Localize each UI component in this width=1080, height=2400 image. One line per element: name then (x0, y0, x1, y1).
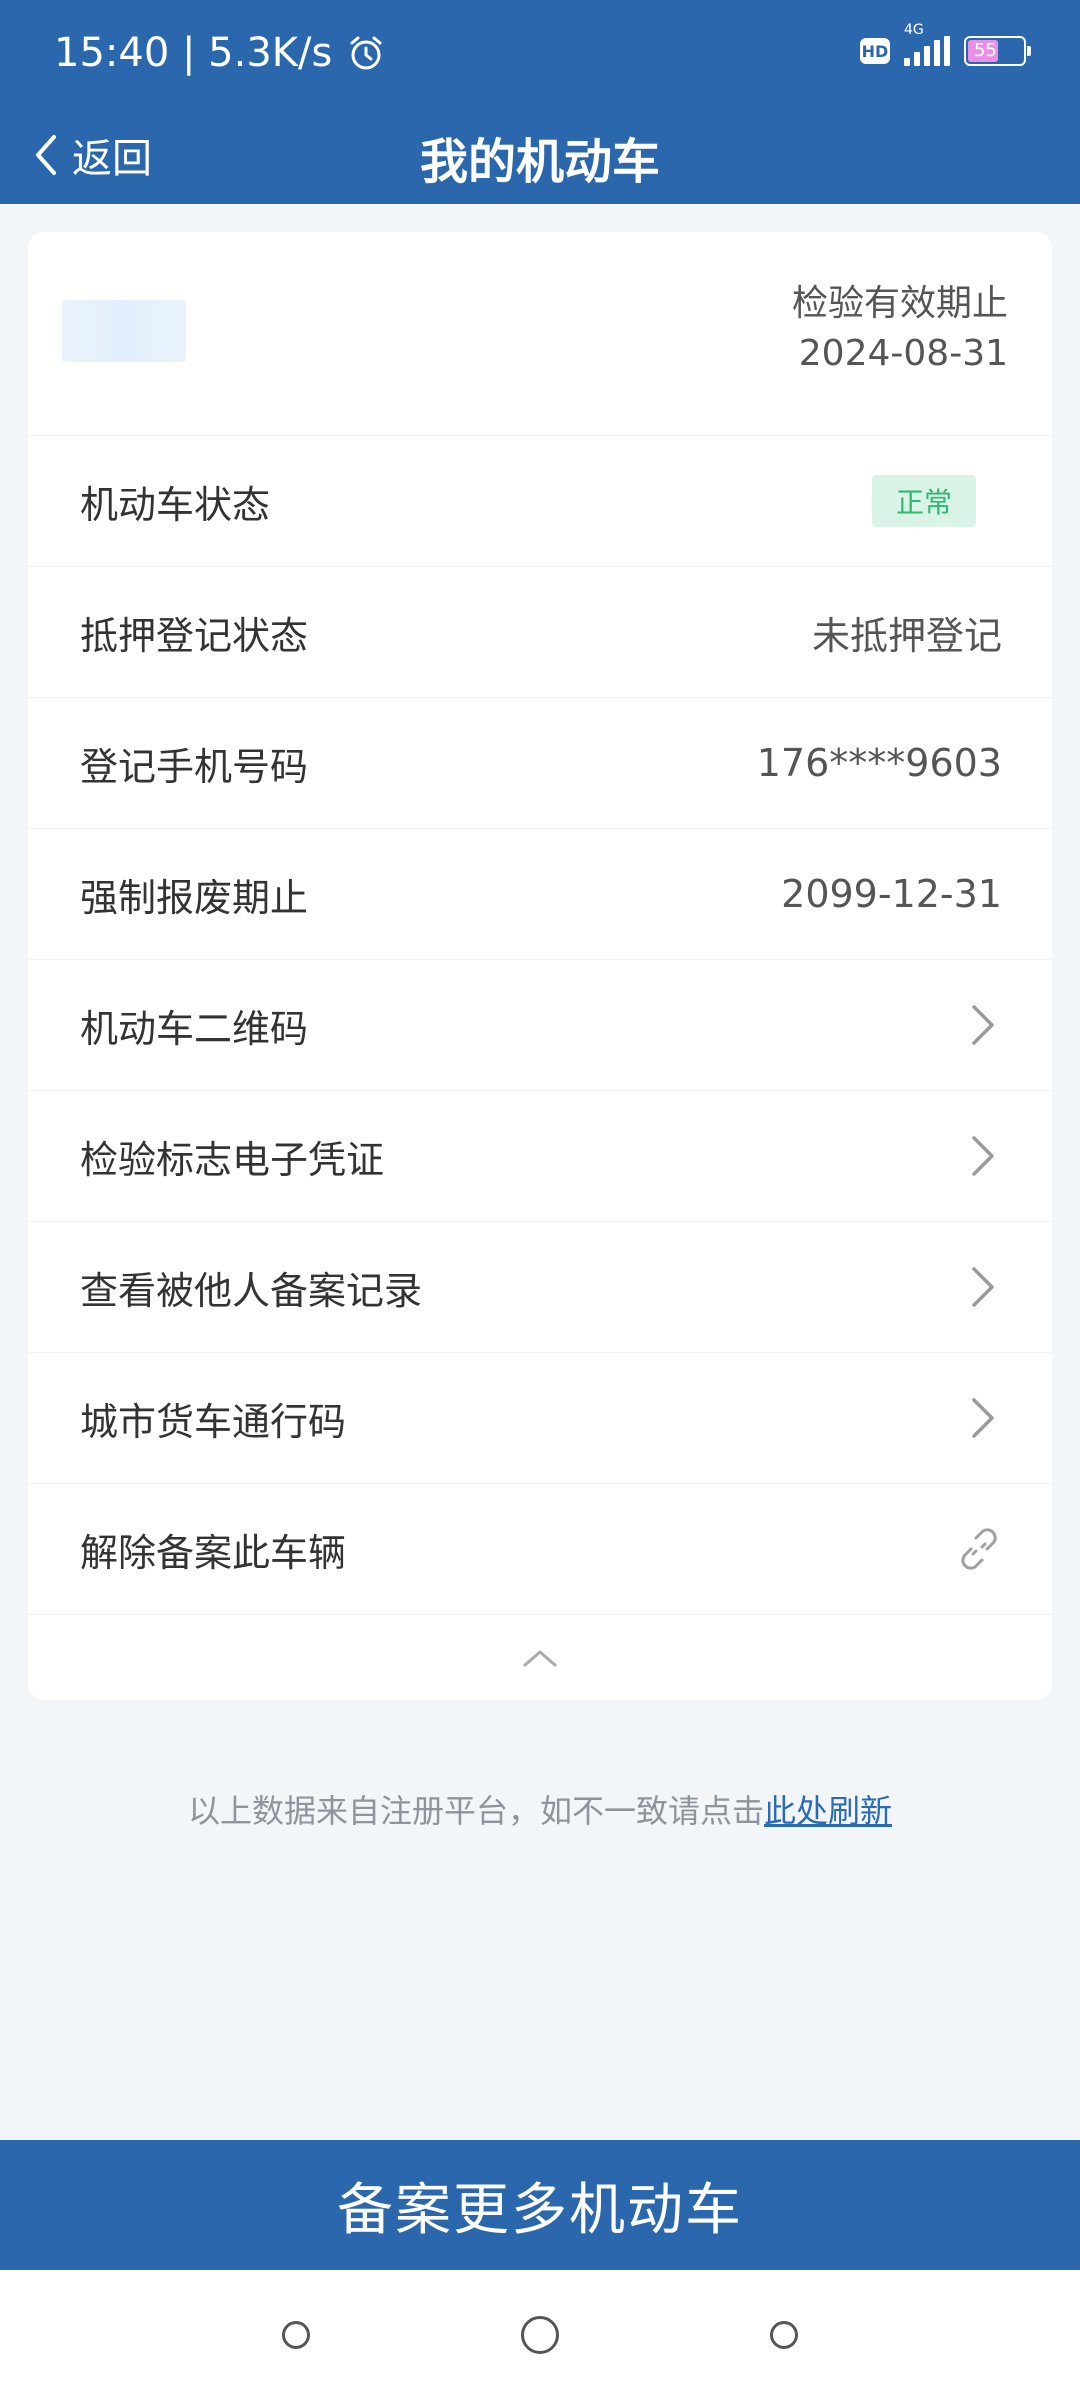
row-scrap-deadline: 强制报废期止 2099-12-31 (28, 829, 1052, 960)
row-label: 机动车状态 (80, 482, 271, 527)
row-value: 176****9603 (756, 741, 1002, 785)
refresh-link[interactable]: 此处刷新 (764, 1792, 892, 1830)
row-label: 解除备案此车辆 (80, 1530, 347, 1575)
unlink-icon (961, 1528, 997, 1570)
inspection-date: 2024-08-31 (798, 333, 1008, 374)
data-source-note: 以上数据来自注册平台，如不一致请点击此处刷新 (0, 1786, 1080, 1832)
header: 15:40 | 5.3K/s HD 4G 55 返回 我的机动车 (0, 0, 1080, 204)
network-type: 4G (904, 22, 924, 38)
inspection-label: 检验有效期止 (791, 283, 1008, 324)
alarm-icon (350, 36, 382, 70)
row-registered-phone: 登记手机号码 176****9603 (28, 698, 1052, 829)
status-badge: 正常 (871, 475, 976, 527)
screen: 15:40 | 5.3K/s HD 4G 55 返回 我的机动车 检验有效期止 … (0, 0, 1080, 2400)
row-unfile-vehicle[interactable]: 解除备案此车辆 (28, 1484, 1052, 1615)
row-label: 登记手机号码 (80, 744, 309, 789)
row-filing-records[interactable]: 查看被他人备案记录 (28, 1222, 1052, 1353)
row-label: 城市货车通行码 (80, 1399, 347, 1444)
row-label: 检验标志电子凭证 (80, 1137, 385, 1182)
row-label: 强制报废期止 (80, 875, 309, 920)
chevron-right-icon (972, 1267, 994, 1307)
signal-icon: 4G (904, 22, 950, 66)
system-nav-bar (0, 2270, 1080, 2400)
row-mortgage-status: 抵押登记状态 未抵押登记 (28, 567, 1052, 698)
row-truck-pass-code[interactable]: 城市货车通行码 (28, 1353, 1052, 1484)
register-more-vehicles-button[interactable]: 备案更多机动车 (0, 2140, 1080, 2270)
nav-recent-button[interactable] (282, 2321, 310, 2349)
plate-number-redacted (62, 300, 186, 362)
row-inspection-certificate[interactable]: 检验标志电子凭证 (28, 1091, 1052, 1222)
status-bar: 15:40 | 5.3K/s HD 4G 55 (0, 0, 1080, 112)
time-speed-text: 15:40 | 5.3K/s (54, 30, 333, 76)
nav-home-button[interactable] (521, 2316, 559, 2354)
battery-level: 55 (974, 40, 997, 61)
page-title: 我的机动车 (419, 134, 660, 190)
status-icons: HD 4G 55 (860, 22, 1031, 66)
chevron-right-icon (972, 1398, 994, 1438)
chevron-right-icon (972, 1005, 994, 1045)
vehicle-card: 检验有效期止 2024-08-31 机动车状态 正常 抵押登记状态 未抵押登记 … (28, 232, 1052, 1700)
status-time: 15:40 | 5.3K/s (54, 30, 386, 76)
hd-icon: HD (860, 38, 890, 64)
inspection-validity: 检验有效期止 2024-08-31 (792, 280, 1008, 380)
row-label: 查看被他人备案记录 (80, 1268, 423, 1313)
note-text: 以上数据来自注册平台，如不一致请点击 (187, 1792, 764, 1830)
row-label: 抵押登记状态 (80, 613, 309, 658)
chevron-right-icon (972, 1136, 994, 1176)
row-vehicle-status: 机动车状态 正常 (28, 436, 1052, 567)
row-vehicle-qr-code[interactable]: 机动车二维码 (28, 960, 1052, 1091)
nav-back-button[interactable] (770, 2321, 798, 2349)
collapse-toggle[interactable] (28, 1615, 1052, 1700)
chevron-up-icon (523, 1650, 557, 1667)
row-value: 2099-12-31 (781, 872, 1002, 916)
battery-icon: 55 (964, 36, 1031, 66)
nav-bar: 返回 我的机动车 (0, 112, 1080, 204)
vehicle-summary: 检验有效期止 2024-08-31 (28, 232, 1052, 436)
row-label: 机动车二维码 (80, 1006, 309, 1051)
row-value: 未抵押登记 (811, 613, 1002, 658)
